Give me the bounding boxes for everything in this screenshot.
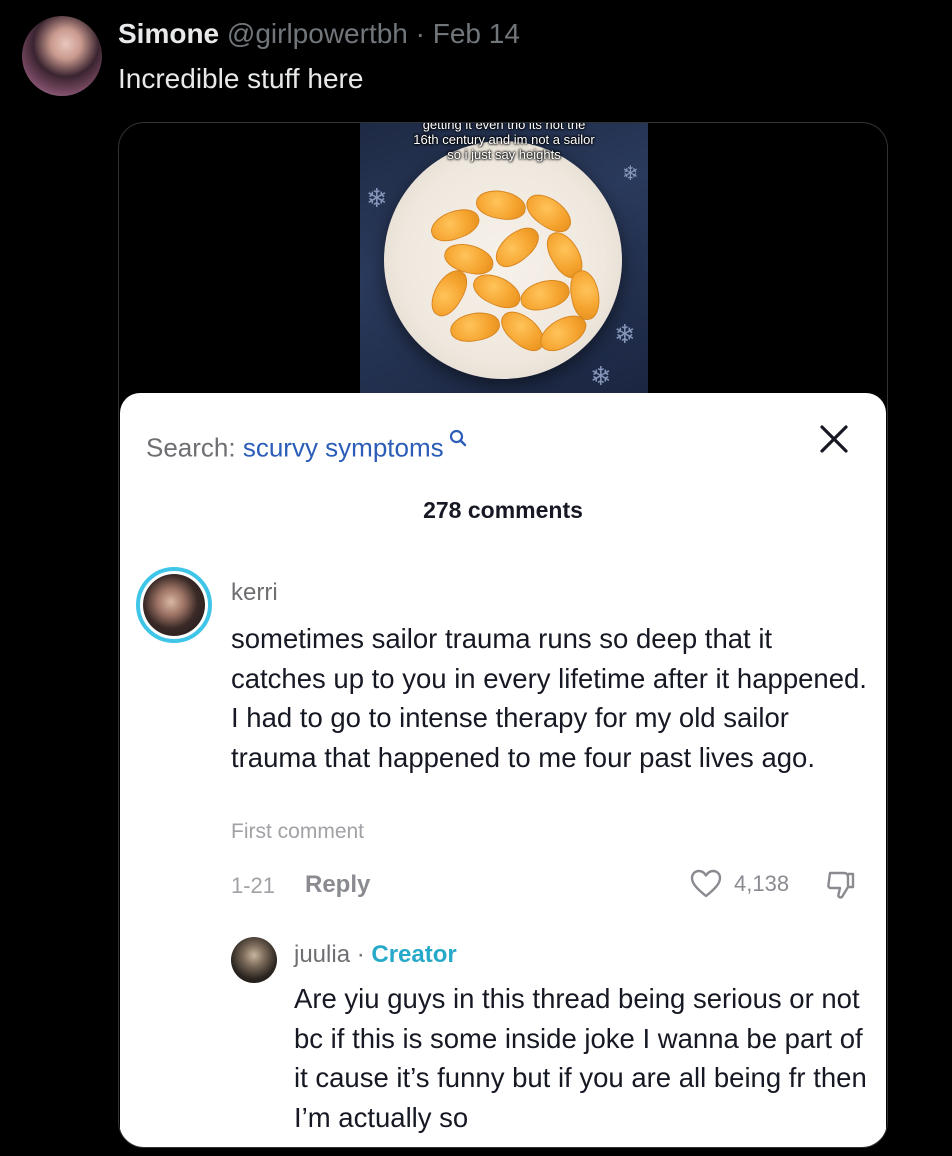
media-card[interactable]: ❄ ❄ ❄ ❄ getting it even tho its not the … <box>118 122 888 1148</box>
first-comment-label: First comment <box>231 820 365 843</box>
close-icon <box>820 425 848 453</box>
creator-avatar[interactable] <box>231 937 277 983</box>
video-thumbnail[interactable]: ❄ ❄ ❄ ❄ getting it even tho its not the … <box>360 123 648 401</box>
commenter-avatar[interactable] <box>136 567 212 643</box>
profile-avatar[interactable] <box>22 16 102 96</box>
reply-button[interactable]: Reply <box>305 871 370 899</box>
bowl-of-orange-slices <box>384 141 622 379</box>
snowflake-icon: ❄ <box>366 183 388 213</box>
video-caption: getting it even tho its not the 16th cen… <box>360 123 648 162</box>
like-count: 4,138 <box>734 871 790 896</box>
commenter-username[interactable]: kerri <box>231 579 278 607</box>
close-button[interactable] <box>814 417 854 461</box>
dislike-icon[interactable] <box>824 869 856 901</box>
snowflake-icon: ❄ <box>614 319 636 349</box>
tweet-header: Simone @girlpowertbh · Feb 14 <box>118 16 520 52</box>
comment-text: sometimes sailor trauma runs so deep tha… <box>231 623 867 773</box>
comments-count: 278 comments <box>423 497 583 523</box>
handle-and-date[interactable]: @girlpowertbh · Feb 14 <box>227 18 520 49</box>
search-term-link[interactable]: scurvy symptoms <box>243 433 444 463</box>
comment-date: 1-21 <box>231 873 276 898</box>
caption-line: so i just say heights <box>447 147 561 162</box>
caption-line: 16th century and im not a sailor <box>413 132 595 147</box>
snowflake-icon: ❄ <box>590 361 612 391</box>
display-name[interactable]: Simone <box>118 18 219 49</box>
reply-text: Are yiu guys in this thread being seriou… <box>294 983 867 1133</box>
search-suggestion[interactable]: Search: scurvy symptoms <box>146 421 467 468</box>
caption-line: getting it even tho its not the <box>422 123 586 132</box>
search-label: Search: <box>146 432 243 463</box>
snowflake-icon: ❄ <box>622 163 639 185</box>
comments-sheet: Search: scurvy symptoms 278 comments ker… <box>120 393 886 1147</box>
search-icon[interactable] <box>444 429 468 452</box>
reply-author[interactable]: juulia · Creator <box>294 941 457 969</box>
creator-badge: Creator <box>371 941 457 968</box>
heart-icon[interactable] <box>690 869 722 899</box>
reply-username[interactable]: juulia · <box>294 941 371 968</box>
tweet-text: Incredible stuff here <box>118 63 364 94</box>
